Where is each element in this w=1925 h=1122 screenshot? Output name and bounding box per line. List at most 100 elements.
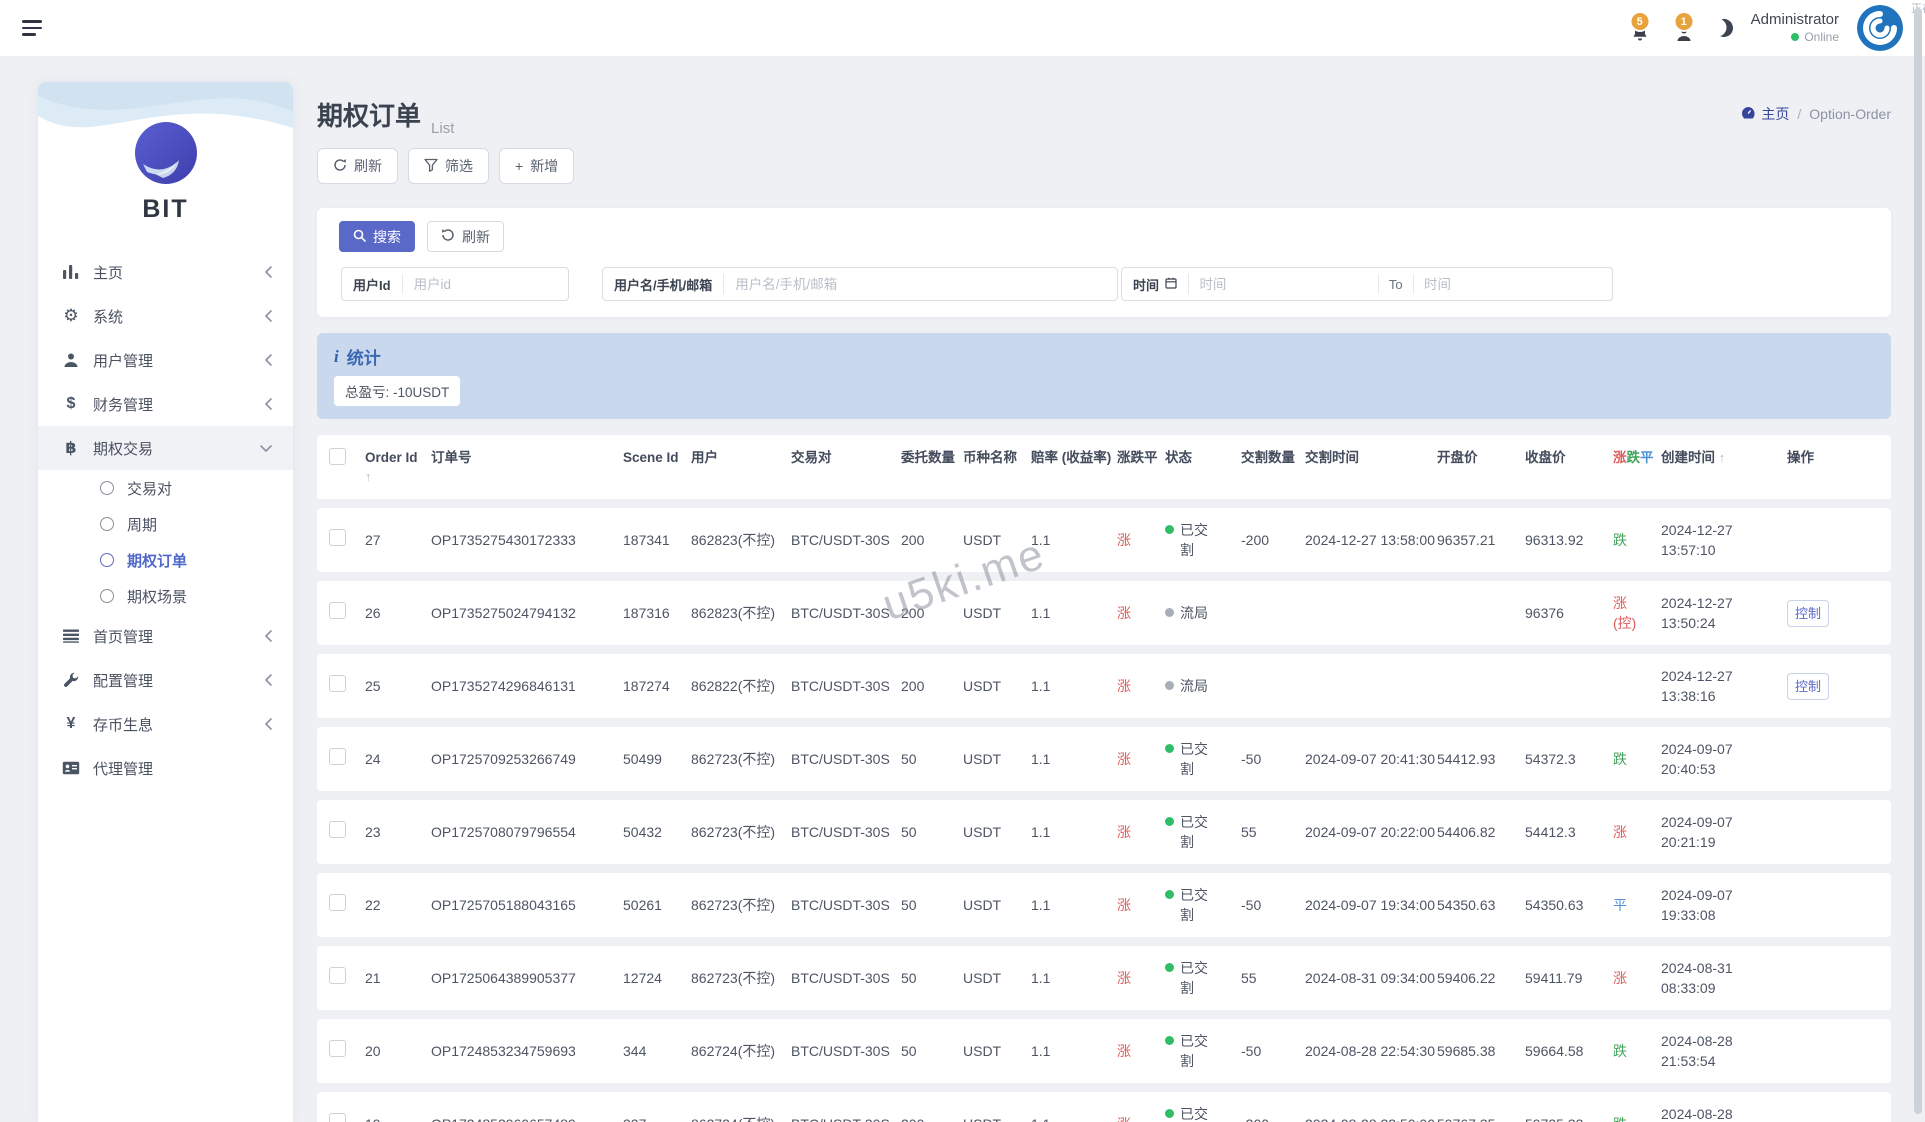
sidebar-subitem-期权场景[interactable]: 期权场景: [38, 578, 293, 614]
cell-created: 2024-12-27 13:38:16: [1661, 666, 1785, 707]
cell-scene-id: 12724: [623, 968, 689, 988]
breadcrumb-home-link[interactable]: 主页: [1741, 104, 1789, 124]
cell-pair: BTC/USDT-30S: [791, 603, 899, 623]
sidebar-item-代理管理[interactable]: 代理管理: [38, 746, 293, 790]
refresh-button[interactable]: 刷新: [317, 148, 398, 184]
cell-order-no: OP1735275430172333: [431, 530, 621, 550]
control-button[interactable]: 控制: [1787, 600, 1829, 628]
radio-circle-icon: [100, 553, 114, 567]
user-id-input[interactable]: [403, 268, 543, 300]
cell-delivery-time: 2024-09-07 20:22:00: [1305, 822, 1435, 842]
select-all-checkbox[interactable]: [329, 448, 346, 465]
cell-amount: 50: [901, 822, 961, 842]
column-header-交割数量: 交割数量: [1241, 448, 1303, 468]
table-row: 21 OP1725064389905377 12724 862723(不控) B…: [317, 946, 1891, 1010]
cell-result: 平: [1613, 895, 1659, 915]
table-row: 27 OP1735275430172333 187341 862823(不控) …: [317, 508, 1891, 572]
cell-odds: 1.1: [1031, 530, 1115, 550]
cell-delivery-time: 2024-09-07 20:41:30: [1305, 749, 1435, 769]
row-checkbox[interactable]: [329, 967, 346, 984]
column-header-操作: 操作: [1787, 448, 1879, 468]
breadcrumb-separator: /: [1797, 106, 1801, 122]
sidebar-item-期权交易[interactable]: ฿ 期权交易: [38, 426, 293, 470]
vertical-scrollbar[interactable]: [1914, 8, 1922, 1114]
sidebar-subitem-交易对[interactable]: 交易对: [38, 470, 293, 506]
cell-status: 流局: [1165, 603, 1239, 623]
radio-circle-icon: [100, 517, 114, 531]
row-checkbox[interactable]: [329, 1040, 346, 1057]
sidebar-subitem-周期[interactable]: 周期: [38, 506, 293, 542]
control-button[interactable]: 控制: [1787, 673, 1829, 701]
cell-status: 已交割: [1165, 1104, 1239, 1122]
avatar[interactable]: [1857, 5, 1903, 51]
row-checkbox[interactable]: [329, 821, 346, 838]
cell-order-no: OP1724852960657489: [431, 1114, 621, 1122]
cell-status: 已交割: [1165, 958, 1239, 999]
sidebar-item-配置管理[interactable]: 配置管理: [38, 658, 293, 702]
cell-created: 2024-08-28 21:49:20: [1661, 1104, 1785, 1122]
sidebar-item-存币生息[interactable]: ¥ 存币生息: [38, 702, 293, 746]
sidebar-item-首页管理[interactable]: 首页管理: [38, 614, 293, 658]
menu-toggle-icon[interactable]: [22, 20, 42, 36]
user-alerts-button[interactable]: 1: [1671, 11, 1697, 45]
search-button[interactable]: 搜索: [339, 221, 415, 252]
column-header-Scene Id: Scene Id: [623, 448, 689, 468]
cell-scene-id: 187274: [623, 676, 689, 696]
cell-order-id: 19: [365, 1114, 429, 1122]
cell-close-price: 59735.33: [1525, 1114, 1611, 1122]
cell-amount: 50: [901, 749, 961, 769]
sidebar-subitem-期权订单[interactable]: 期权订单: [38, 542, 293, 578]
cell-open-price: 54406.82: [1437, 822, 1523, 842]
cell-close-price: 54412.3: [1525, 822, 1611, 842]
list-icon: [60, 629, 82, 643]
cell-open-price: 59406.22: [1437, 968, 1523, 988]
cell-odds: 1.1: [1031, 603, 1115, 623]
row-checkbox[interactable]: [329, 675, 346, 692]
radio-circle-icon: [100, 481, 114, 495]
orders-table: Order Id↑订单号Scene Id用户交易对委托数量币种名称赔率 (收益率…: [317, 435, 1891, 1122]
cell-odds: 1.1: [1031, 968, 1115, 988]
time-from-input[interactable]: [1188, 268, 1378, 300]
time-to-label: To: [1379, 268, 1413, 300]
cell-side: 涨: [1117, 895, 1163, 915]
filter-button[interactable]: 筛选: [408, 148, 489, 184]
cell-amount: 50: [901, 895, 961, 915]
cell-actions: 控制: [1787, 600, 1879, 628]
notifications-button[interactable]: 5: [1627, 11, 1653, 45]
row-checkbox[interactable]: [329, 1113, 346, 1122]
cell-side: 涨: [1117, 530, 1163, 550]
cell-user: 862724(不控): [691, 1114, 789, 1122]
total-pnl-badge: 总盈亏: -10USDT: [334, 376, 460, 406]
time-to-input[interactable]: [1413, 268, 1612, 300]
cell-result: 跌: [1613, 530, 1659, 550]
sidebar-item-财务管理[interactable]: $ 财务管理: [38, 382, 293, 426]
search-refresh-button[interactable]: 刷新: [427, 221, 504, 252]
row-checkbox[interactable]: [329, 748, 346, 765]
column-header-币种名称: 币种名称: [963, 448, 1029, 468]
table-row: 26 OP1735275024794132 187316 862823(不控) …: [317, 581, 1891, 645]
cell-coin: USDT: [963, 530, 1029, 550]
column-header-赔率 (收益率): 赔率 (收益率): [1031, 448, 1115, 468]
status-dot: [1165, 817, 1174, 826]
cell-actions: 控制: [1787, 673, 1879, 701]
cell-delivery-qty: -50: [1241, 895, 1303, 915]
cell-delivery-qty: 55: [1241, 822, 1303, 842]
cell-close-price: 54372.3: [1525, 749, 1611, 769]
sidebar-item-用户管理[interactable]: 用户管理: [38, 338, 293, 382]
row-checkbox[interactable]: [329, 529, 346, 546]
add-button[interactable]: + 新增: [499, 148, 574, 184]
column-header-创建时间[interactable]: 创建时间 ↑: [1661, 448, 1785, 468]
sidebar-item-系统[interactable]: ⚙ 系统: [38, 294, 293, 338]
row-checkbox[interactable]: [329, 602, 346, 619]
column-header-Order Id[interactable]: Order Id↑: [365, 448, 429, 486]
cell-scene-id: 50499: [623, 749, 689, 769]
cell-close-price: 96376: [1525, 603, 1611, 623]
cell-odds: 1.1: [1031, 749, 1115, 769]
sidebar-item-主页[interactable]: 主页: [38, 250, 293, 294]
row-checkbox[interactable]: [329, 894, 346, 911]
funnel-icon: [424, 158, 438, 175]
user-name-input[interactable]: [724, 268, 1117, 300]
chevron-down-icon: [259, 444, 273, 453]
dark-mode-toggle-moon-icon[interactable]: [1712, 17, 1735, 40]
cell-close-price: 59664.58: [1525, 1041, 1611, 1061]
